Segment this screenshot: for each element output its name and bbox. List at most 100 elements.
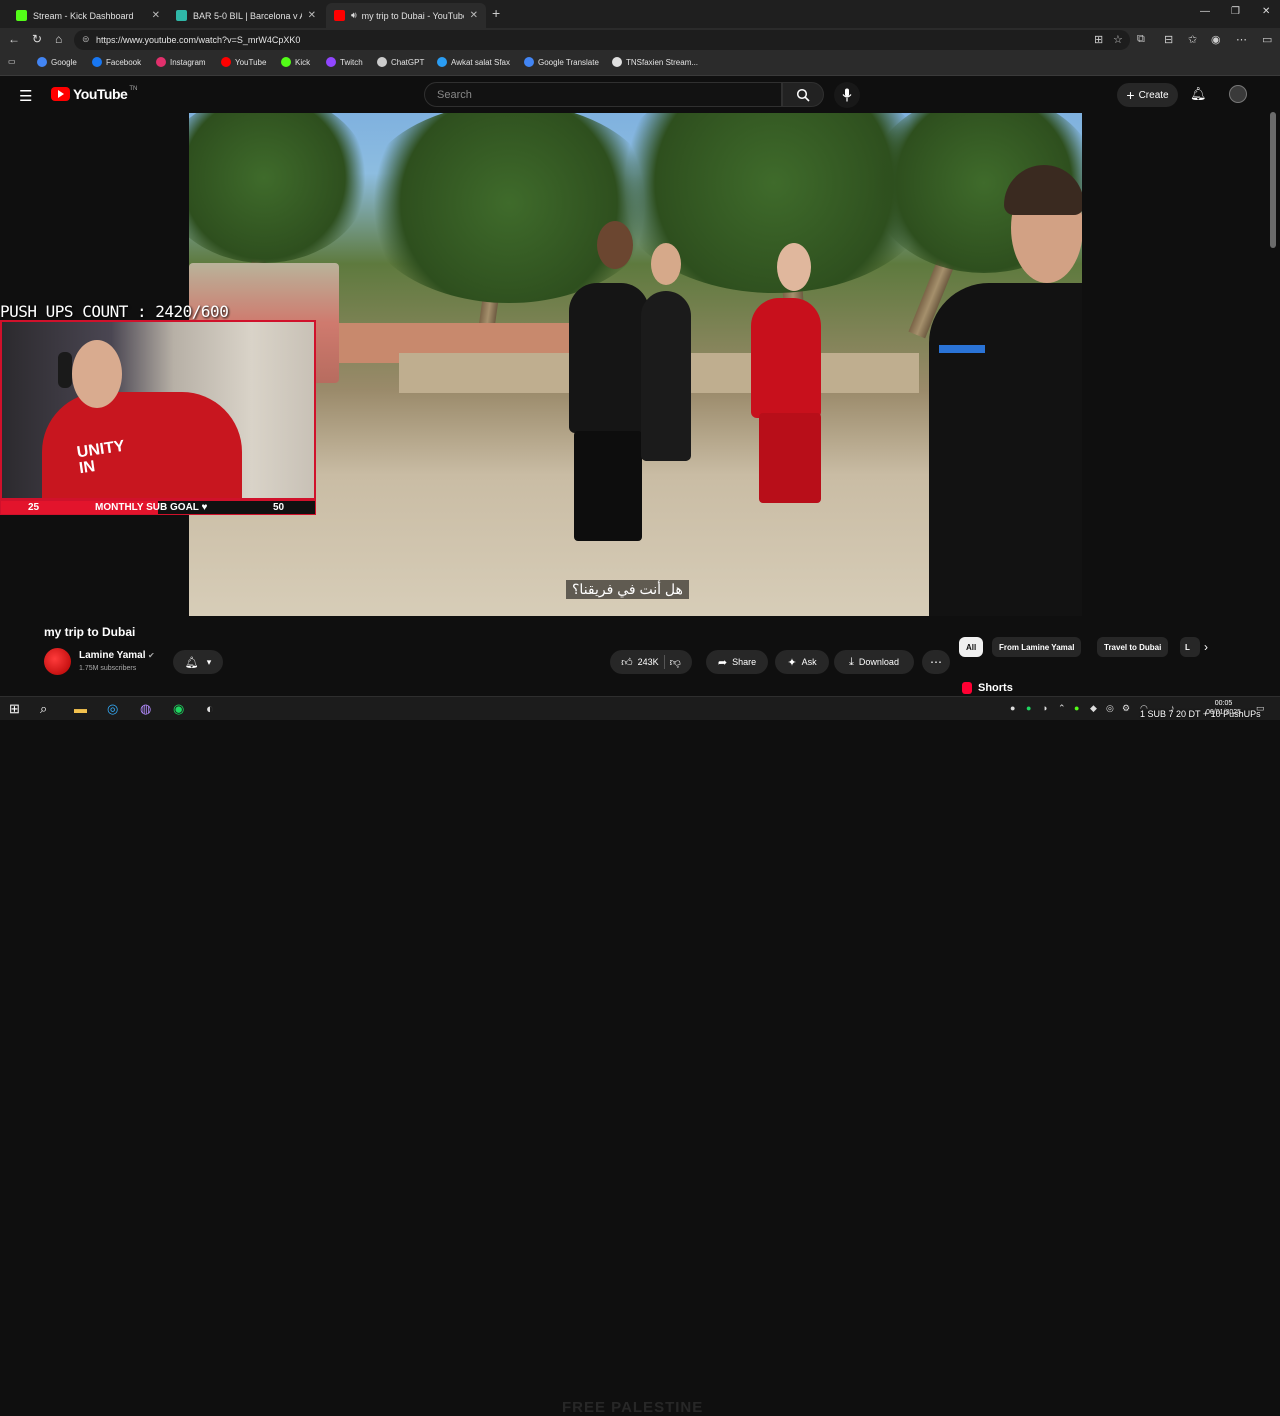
person-red-shirt [751,298,821,418]
voice-search-button[interactable] [834,82,860,108]
share-icon: ➦ [717,656,728,669]
menu-icon[interactable]: ☰ [19,87,32,105]
sidebar-toggle-icon[interactable]: ▭ [1262,33,1272,46]
discord-icon[interactable]: ◍ [140,701,151,717]
windows-start-icon[interactable]: ⊞ [9,701,20,717]
person-red-shorts [759,413,821,503]
tray-app-icon[interactable]: ● [1010,703,1015,713]
person-head [651,243,681,285]
divider [663,655,665,669]
youtube-icon [221,57,231,67]
bookmark-facebook[interactable]: Facebook [92,57,141,67]
bookmark-instagram[interactable]: Instagram [156,57,206,67]
extensions-icon[interactable]: ⧉ [1137,33,1145,46]
bookmark-tnsfaxien[interactable]: TNSfaxien Stream... [612,57,698,67]
thumbs-up-icon: 👍︎ [621,656,633,669]
tab-barcelona[interactable]: BAR 5-0 BIL | Barcelona v Ath Bilb ✕ [168,3,324,28]
chevron-down-icon: ▾ [206,656,212,667]
url-text[interactable]: https://www.youtube.com/watch?v=S_mrW4Cp… [96,35,300,45]
bookmark-google[interactable]: Google [37,57,77,67]
edge-browser-icon[interactable]: ◎ [107,701,118,717]
more-actions-button[interactable]: ⋯ [922,650,950,674]
tray-headset-icon[interactable]: ◑ [1042,703,1047,713]
video-caption: هل أنت في فريقنا؟ [566,580,689,599]
spotify-icon[interactable]: ◉ [173,701,184,717]
search-button[interactable] [782,82,824,107]
youtube-logo[interactable]: YouTube TN [51,86,137,102]
shorts-icon [962,682,972,694]
chevron-right-icon[interactable]: › [1204,640,1208,654]
search-input[interactable]: Search [424,82,782,107]
youtube-masthead: ☰ YouTube TN Search + Create 🔔︎ [0,77,1280,113]
site-info-icon[interactable]: ⊜ [82,34,90,45]
close-tab-icon[interactable]: ✕ [152,10,160,21]
logo-wordmark: YouTube [73,86,128,102]
tray-steam-icon[interactable]: ◎ [1106,703,1114,714]
channel-name[interactable]: Lamine Yamal [79,650,146,661]
download-button[interactable]: ⤓ Download [834,650,914,674]
bookmark-awkat-salat[interactable]: Awkat salat Sfax [437,57,510,67]
chip-all[interactable]: All [959,637,984,657]
channel-avatar[interactable] [44,648,71,675]
tab-kick-dashboard[interactable]: Stream - Kick Dashboard ✕ [8,3,168,28]
chip-travel-to-dubai[interactable]: Travel to Dubai [1097,637,1169,657]
thumbs-down-icon[interactable]: 👎︎ [670,656,681,669]
bookmark-youtube[interactable]: YouTube [221,57,266,67]
browser-tab-strip: Stream - Kick Dashboard ✕ BAR 5-0 BIL | … [0,0,1280,28]
tab-youtube-active[interactable]: 🔊︎ my trip to Dubai - YouTube ✕ [326,3,486,28]
scrollbar-thumb[interactable] [1270,112,1276,248]
address-bar[interactable]: ⊜ https://www.youtube.com/watch?v=S_mrW4… [74,30,1130,50]
tray-arrow-icon[interactable]: ⌃ [1058,703,1066,714]
profile-icon[interactable]: ◉ [1211,33,1221,46]
ask-button[interactable]: ✦ Ask [775,650,829,674]
microphone-icon [842,88,852,102]
bookmark-chatgpt[interactable]: ChatGPT [377,57,424,67]
speaker-icon[interactable]: 🔊︎ [351,10,357,21]
bookmark-label: Twitch [340,57,363,67]
account-avatar[interactable] [1229,85,1247,103]
tray-telegram-icon[interactable]: ◆ [1090,703,1097,714]
close-tab-icon[interactable]: ✕ [308,10,316,21]
bookmark-label: Google Translate [538,57,599,67]
like-button[interactable]: 👍︎ 243K [621,656,659,669]
chip-truncated[interactable]: L [1180,637,1200,657]
bookmark-twitch[interactable]: Twitch [326,57,363,67]
notifications-bell-icon[interactable]: 🔔︎ [1190,86,1207,102]
close-tab-icon[interactable]: ✕ [470,10,478,21]
tray-spotify-icon[interactable]: ● [1026,703,1031,713]
plus-icon: + [1126,87,1135,103]
search-placeholder: Search [437,88,472,101]
share-button[interactable]: ➦ Share [706,650,768,674]
tray-settings-icon[interactable]: ⚙ [1122,703,1130,714]
bookmark-google-translate[interactable]: Google Translate [524,57,599,67]
sub-goal-label: MONTHLY SUB GOAL ♥ [95,502,208,513]
back-icon[interactable]: ← [8,32,20,46]
more-menu-icon[interactable]: ⋯ [1236,33,1247,46]
download-label: Download [858,657,899,667]
home-icon[interactable]: ⌂ [55,32,62,46]
video-player[interactable] [189,113,1082,616]
app-install-icon[interactable]: ⊞ [1094,33,1103,46]
new-tab-icon[interactable]: + [492,5,500,21]
prayer-times-icon [437,57,447,67]
minimize-icon[interactable]: — [1200,6,1210,17]
free-palestine-watermark: FREE PALESTINE [562,1399,704,1416]
close-window-icon[interactable]: ✕ [1262,6,1270,17]
file-explorer-icon[interactable]: ▬ [74,701,87,716]
split-screen-icon[interactable]: ⊟ [1164,33,1173,46]
tab-title: BAR 5-0 BIL | Barcelona v Ath Bilb [193,10,302,21]
obs-icon[interactable]: ◐ [206,701,214,716]
sports-site-icon [176,10,187,21]
subscription-bell-button[interactable]: 🔔︎ ▾ [173,650,223,674]
reload-icon[interactable]: ↻ [32,32,42,46]
favorite-star-icon[interactable]: ☆ [1113,33,1123,46]
create-button[interactable]: + Create [1117,83,1178,107]
reading-list-icon[interactable]: ▭ [8,57,16,66]
bookmark-kick[interactable]: Kick [281,57,310,67]
favorites-icon[interactable]: ✩ [1188,33,1197,46]
restore-icon[interactable]: ❐ [1231,6,1240,17]
tray-kick-icon[interactable]: ● [1074,703,1079,713]
search-icon[interactable]: ⌕ [40,701,47,717]
kick-icon [16,10,27,21]
chip-from-channel[interactable]: From Lamine Yamal [992,637,1082,657]
